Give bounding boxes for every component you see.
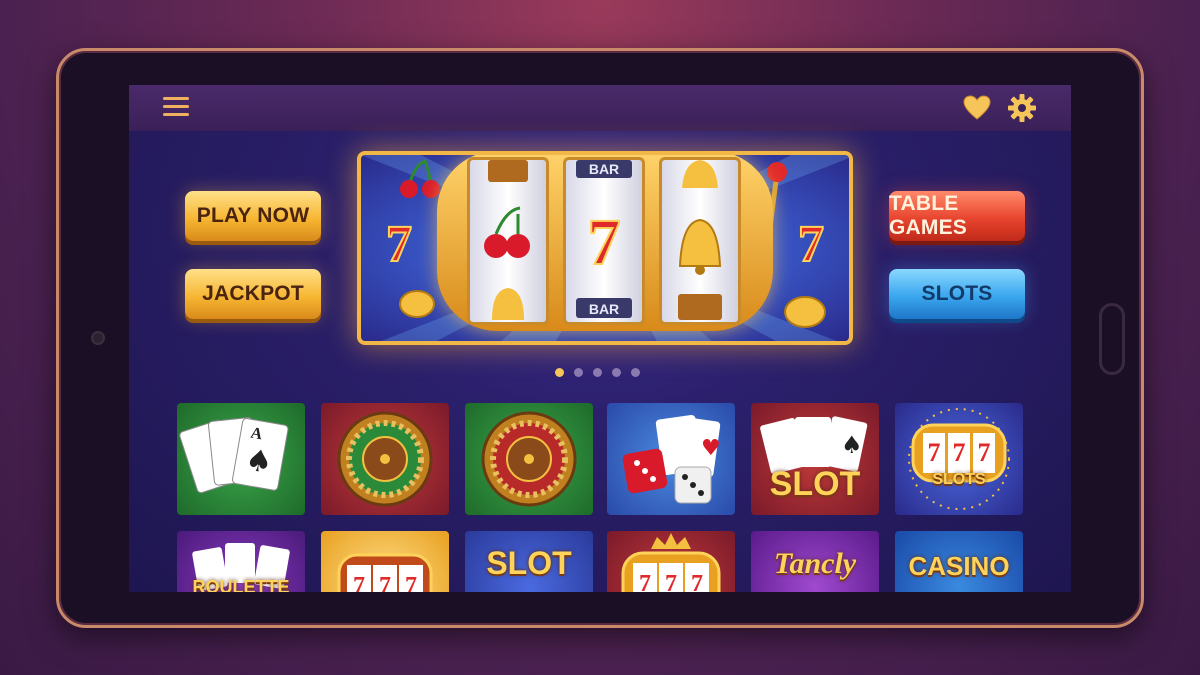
reel-symbols: BAR 7 BAR (576, 160, 632, 318)
playing-cards-icon: A ♠ (179, 417, 289, 494)
game-tile-slot-cards[interactable]: ♠ SLOT (751, 403, 879, 515)
reel-text: 7 (639, 571, 651, 592)
game-tile-title: SLOT (486, 545, 572, 581)
crown-icon (651, 533, 691, 549)
table-games-button[interactable]: TABLE GAMES (889, 191, 1025, 241)
reel-text: 7 (405, 573, 417, 592)
svg-text:BAR: BAR (589, 301, 619, 317)
seven-symbol-icon: 7 (385, 215, 413, 269)
game-tile-dice[interactable]: ♥ (607, 403, 735, 515)
reel-text: 7 (665, 571, 677, 592)
carousel-dot[interactable] (612, 368, 621, 377)
game-tile-title: CASINO (908, 551, 1010, 581)
reel-text: 7 (978, 438, 991, 467)
reel (467, 157, 549, 325)
game-tile-title: SLOT (769, 465, 861, 503)
reel-text: 7 (691, 571, 703, 592)
play-now-button[interactable]: PLAY NOW (185, 191, 321, 241)
coin-icon (784, 296, 826, 328)
game-tile-roulette-cards[interactable]: ROULETTE (177, 531, 305, 592)
game-tile-slots[interactable]: 7 7 7 SLOTS (895, 403, 1023, 515)
reel: BAR 7 BAR (563, 157, 645, 325)
coin-icon (399, 290, 435, 318)
reel-symbols (484, 160, 530, 320)
game-tile-777[interactable]: 7 7 7 (321, 531, 449, 592)
carousel-dot[interactable] (574, 368, 583, 377)
carousel-indicator (555, 368, 640, 377)
home-button[interactable] (1099, 303, 1125, 375)
camera-icon (91, 331, 105, 345)
heart-icon[interactable] (963, 95, 991, 121)
reel-frame: BAR 7 BAR (437, 155, 773, 331)
slot-machine-icon: 7 7 7 (908, 408, 1010, 510)
reel-text: 7 (953, 438, 966, 467)
svg-text:7: 7 (386, 216, 412, 269)
slot-machine-icon: 7 7 7 (621, 533, 721, 592)
carousel-dot[interactable] (593, 368, 602, 377)
game-tile-cards[interactable]: A ♠ (177, 403, 305, 515)
svg-text:BAR: BAR (589, 161, 619, 177)
cherries-icon (400, 159, 440, 198)
game-tile-roulette-green[interactable] (465, 403, 593, 515)
reel-symbols (678, 160, 722, 320)
slot-machine-icon: 7 7 7 (337, 553, 433, 592)
game-tile-title: ROULETTE (192, 577, 290, 592)
reel-text: 7 (928, 438, 941, 467)
gear-icon[interactable] (1007, 93, 1037, 123)
reel-text: 7 (379, 573, 391, 592)
carousel-dot[interactable] (555, 368, 564, 377)
app-screen: PLAY NOW JACKPOT TABLE GAMES SLOTS 7 7 B… (129, 85, 1071, 592)
game-tile-title: Tancly (773, 547, 857, 580)
svg-text:♥: ♥ (701, 436, 721, 461)
roulette-wheel-icon (481, 411, 577, 507)
dice-cards-icon: ♥ (622, 415, 721, 504)
roulette-wheel-icon (337, 411, 433, 507)
game-tile-crown-777[interactable]: 7 7 7 (607, 531, 735, 592)
jackpot-button[interactable]: JACKPOT (185, 269, 321, 319)
carousel-dot[interactable] (631, 368, 640, 377)
reel-text: 7 (353, 573, 365, 592)
hamburger-menu-icon[interactable] (163, 97, 189, 119)
svg-text:7: 7 (588, 206, 621, 279)
svg-text:♠: ♠ (841, 431, 863, 459)
slots-button[interactable]: SLOTS (889, 269, 1025, 319)
svg-text:7: 7 (798, 216, 824, 269)
top-bar (129, 85, 1071, 131)
game-tile-roulette[interactable] (321, 403, 449, 515)
featured-slot-banner[interactable]: 7 7 BAR 7 BAR (357, 151, 853, 345)
game-tile-title: SLOTS (932, 471, 986, 488)
game-tile-slot-slot[interactable]: SLOT (465, 531, 593, 592)
reel (659, 157, 741, 325)
game-tile-tancly[interactable]: Tancly (751, 531, 879, 592)
game-tile-casino[interactable]: CASINO (895, 531, 1023, 592)
tablet-frame: PLAY NOW JACKPOT TABLE GAMES SLOTS 7 7 B… (56, 48, 1144, 628)
